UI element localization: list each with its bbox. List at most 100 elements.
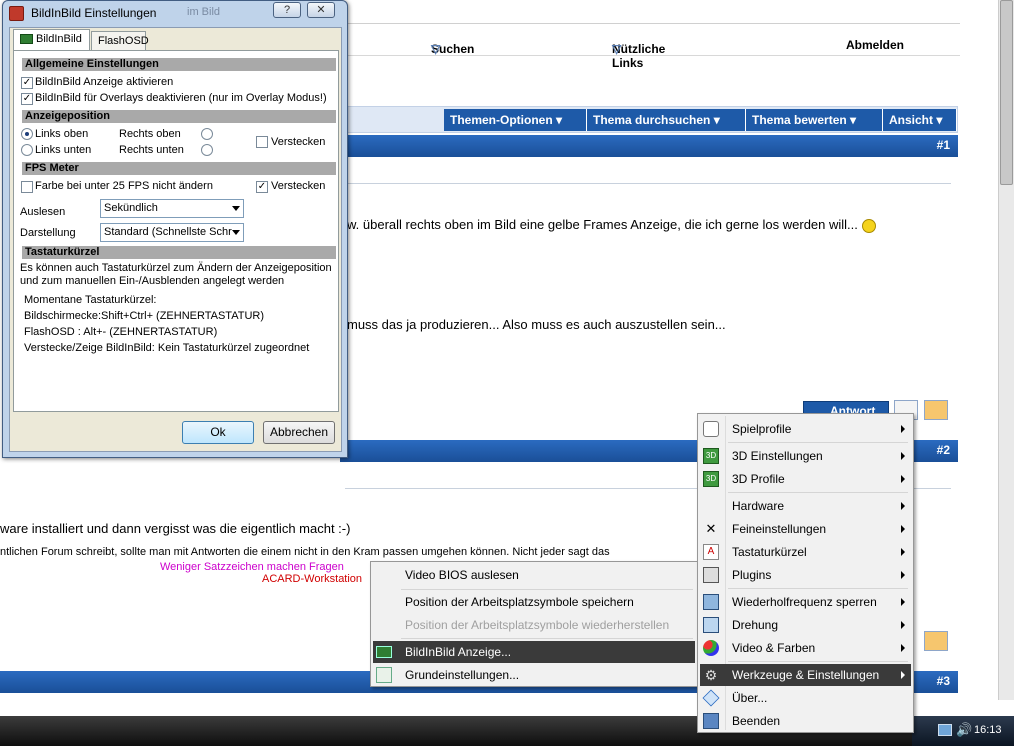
volume-icon[interactable]: 🔊	[956, 722, 972, 738]
tab-flashosd[interactable]: FlashOSD	[91, 31, 149, 50]
thread-view-button[interactable]: Ansicht ▾	[883, 109, 957, 131]
keyboard-icon: A	[703, 544, 719, 560]
submenu-video-bios[interactable]: Video BIOS auslesen	[373, 564, 695, 586]
plugin-icon	[703, 567, 719, 583]
gear-icon: ⚙	[704, 667, 718, 683]
ok-button[interactable]: Ok	[182, 421, 254, 444]
fps-color-checkbox[interactable]	[21, 181, 33, 193]
pos-bottom-right-label: Rechts unten	[119, 144, 184, 156]
pos-bottom-left-label: Links unten	[35, 144, 92, 156]
app-icon	[9, 6, 24, 21]
dialog-title-suffix: im Bild	[187, 6, 221, 18]
menu-about[interactable]: Über...	[700, 687, 911, 709]
thread-rate-button[interactable]: Thema bewerten ▾	[746, 109, 883, 131]
forum-navbar: Suchen ▽ Nützliche Links ▽ Abmelden	[340, 34, 960, 70]
submenu-restore-icons[interactable]: Position der Arbeitsplatzsymbole wiederh…	[373, 614, 695, 636]
post1-divider	[345, 183, 951, 184]
submenu-separator-2	[401, 638, 693, 639]
menu-game-profiles[interactable]: Spielprofile	[700, 418, 911, 440]
gamepad-icon	[703, 421, 719, 437]
network-icon[interactable]	[938, 724, 952, 736]
menu-3d-profiles[interactable]: 3D 3D Profile	[700, 468, 911, 490]
menu-hardware[interactable]: Hardware	[700, 495, 911, 517]
pos-top-right-radio[interactable]	[201, 128, 213, 140]
submenu-pip-display[interactable]: BildInBild Anzeige...	[373, 641, 695, 663]
dialog-client: BildInBild FlashOSD Allgemeine Einstellu…	[9, 27, 342, 452]
tab-panel: Allgemeine Einstellungen ✓ BildInBild An…	[13, 50, 339, 412]
hide-label: Verstecken	[271, 136, 326, 148]
pos-top-right-label: Rechts oben	[119, 128, 181, 140]
dialog-titlebar[interactable]: BildInBild Einstellungen im Bild ? ✕	[3, 1, 347, 25]
hide-checkbox[interactable]	[256, 136, 268, 148]
key-corner: Bildschirmecke:Shift+Ctrl+ (ZEHNERTASTAT…	[24, 310, 265, 322]
submenu-base-settings[interactable]: Grundeinstellungen...	[373, 664, 695, 686]
read-select[interactable]: Sekündlich	[100, 199, 244, 218]
menu-tools-settings[interactable]: ⚙ Werkzeuge & Einstellungen	[700, 664, 911, 686]
pip-icon	[376, 646, 392, 658]
pos-top-left-radio[interactable]	[21, 128, 33, 140]
read-label: Auslesen	[20, 206, 66, 218]
fps-color-label: Farbe bei unter 25 FPS nicht ändern	[35, 180, 213, 192]
enable-checkbox[interactable]: ✓	[21, 77, 33, 89]
post2-line2: ntlichen Forum schreibt, sollte man mit …	[0, 546, 610, 558]
menu-refresh-lock[interactable]: Wiederholfrequenz sperren	[700, 591, 911, 613]
current-keys-label: Momentane Tastaturkürzel:	[24, 294, 157, 306]
menu-video-colors[interactable]: Video & Farben	[700, 637, 911, 659]
signature-line2: ACARD-Workstation	[262, 573, 363, 585]
thread-toolbar: Themen-Optionen ▾ Thema durchsuchen ▾ Th…	[340, 106, 958, 133]
fps-hide-checkbox[interactable]: ✓	[256, 181, 268, 193]
pos-top-left-label: Links oben	[35, 128, 89, 140]
menu-separator-2	[728, 492, 908, 493]
system-tray: 🔊 16:13	[912, 716, 1014, 746]
3d-profiles-icon: 3D	[703, 471, 719, 487]
menu-plugins[interactable]: Plugins	[700, 564, 911, 586]
menu-hotkeys[interactable]: A Tastaturkürzel	[700, 541, 911, 563]
key-toggle: Verstecke/Zeige BildInBild: Kein Tastatu…	[24, 342, 310, 354]
post2-line1: ware installiert und dann vergisst was d…	[0, 521, 351, 536]
menu-3d-settings[interactable]: 3D 3D Einstellungen	[700, 445, 911, 467]
thread-options-button[interactable]: Themen-Optionen ▾	[444, 109, 587, 131]
section-general: Allgemeine Einstellungen	[22, 58, 336, 71]
settings-dialog: BildInBild Einstellungen im Bild ? ✕ Bil…	[2, 0, 348, 458]
clock[interactable]: 16:13	[974, 724, 1002, 736]
dialog-title: BildInBild Einstellungen	[31, 6, 157, 20]
menu-fine-tuning[interactable]: ✕ Feineinstellungen	[700, 518, 911, 540]
pos-bottom-left-radio[interactable]	[21, 144, 33, 156]
section-keys: Tastaturkürzel	[22, 246, 336, 259]
exit-icon	[703, 713, 719, 729]
forum-top-strip	[340, 0, 960, 24]
display-label: Darstellung	[20, 227, 76, 239]
settings-doc-icon	[376, 667, 392, 683]
keys-desc-1: Es können auch Tastaturkürzel zum Ändern…	[20, 262, 332, 274]
post1-line1: w. überall rechts oben im Bild eine gelb…	[347, 217, 876, 233]
color-icon	[703, 640, 719, 656]
thread-search-button[interactable]: Thema durchsuchen ▾	[587, 109, 746, 131]
enable-label: BildInBild Anzeige aktivieren	[35, 76, 174, 88]
tab-bildinbild[interactable]: BildInBild	[13, 29, 90, 50]
submenu-save-icons[interactable]: Position der Arbeitsplatzsymbole speiche…	[373, 591, 695, 613]
menu-exit[interactable]: Beenden	[700, 710, 911, 732]
tools-submenu: Video BIOS auslesen Position der Arbeits…	[370, 561, 698, 687]
pos-bottom-right-radio[interactable]	[201, 144, 213, 156]
scrollbar-thumb[interactable]	[1000, 0, 1013, 185]
3d-settings-icon: 3D	[703, 448, 719, 464]
cancel-button[interactable]: Abbrechen	[263, 421, 335, 444]
signature-line1: Weniger Satzzeichen machen Fragen	[160, 561, 344, 573]
info-icon	[702, 689, 720, 707]
submenu-separator-1	[401, 589, 693, 590]
fps-hide-label: Verstecken	[271, 180, 326, 192]
nav-logout[interactable]: Abmelden	[846, 38, 904, 52]
close-button[interactable]: ✕	[307, 2, 335, 18]
section-position: Anzeigeposition	[22, 110, 336, 123]
menu-separator-3	[728, 588, 908, 589]
menu-separator-4	[728, 661, 908, 662]
edit-button[interactable]	[924, 400, 948, 420]
keys-desc-2: und zum manuellen Ein-/Ausblenden angele…	[20, 275, 285, 287]
menu-rotation[interactable]: Drehung	[700, 614, 911, 636]
help-button[interactable]: ?	[273, 2, 301, 18]
edit-button-2[interactable]	[924, 631, 948, 651]
overlay-label: BildInBild für Overlays deaktivieren (nu…	[35, 92, 327, 104]
overlay-checkbox[interactable]: ✓	[21, 93, 33, 105]
key-flashosd: FlashOSD : Alt+- (ZEHNERTASTATUR)	[24, 326, 218, 338]
display-select[interactable]: Standard (Schnellste Schr	[100, 223, 244, 242]
